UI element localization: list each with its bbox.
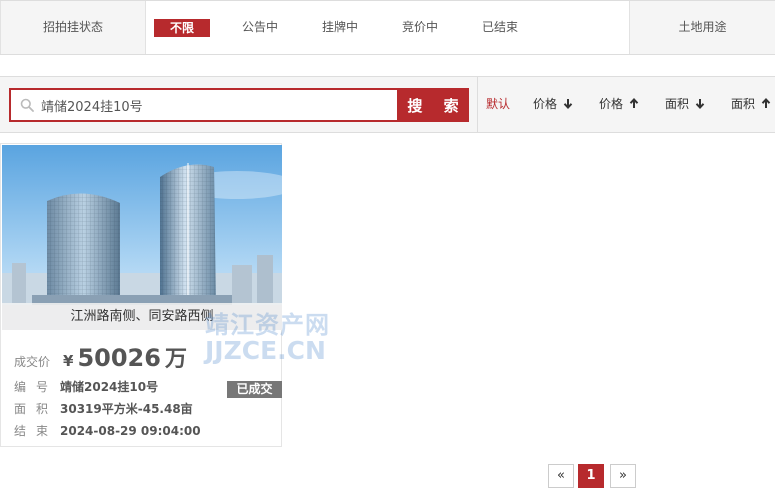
arrow-down-icon (695, 99, 705, 109)
arrow-up-icon (629, 98, 639, 108)
price-label: 成交价 (14, 355, 51, 369)
status-option-listing[interactable]: 挂牌中 (322, 1, 358, 54)
sort-price-desc[interactable]: 价格 (533, 77, 573, 132)
search-box: 搜 索 (9, 88, 469, 122)
status-badge: 已成交 (227, 381, 282, 398)
listing-info-row-area: 面积 30319平方米-45.48亩 (14, 400, 193, 417)
sort-divider (477, 77, 478, 132)
info-key: 面积 (14, 402, 59, 416)
search-sort-bar: 搜 索 默认 价格 价格 面积 面积 (0, 76, 775, 133)
price-currency: ¥ (63, 352, 74, 370)
info-value: 靖储2024挂10号 (60, 380, 159, 394)
listing-location: 江洲路南侧、同安路西侧 (2, 303, 282, 330)
price-value: ¥50026 万 (63, 341, 187, 373)
status-option-bidding[interactable]: 竞价中 (402, 1, 438, 54)
arrow-up-icon (761, 98, 771, 108)
info-value: 2024-08-29 09:04:00 (60, 424, 201, 438)
sort-price-asc-label: 价格 (599, 97, 624, 111)
sort-area-desc[interactable]: 面积 (665, 77, 705, 132)
search-button[interactable]: 搜 索 (397, 88, 469, 122)
status-option-ended[interactable]: 已结束 (482, 1, 518, 54)
sort-area-desc-label: 面积 (665, 97, 690, 111)
sort-area-asc-label: 面积 (731, 97, 756, 111)
listing-info-row-number: 编号 靖储2024挂10号 (14, 378, 158, 395)
sort-default-label: 默认 (486, 97, 511, 111)
page-next-button[interactable]: » (610, 464, 636, 488)
info-value: 30319平方米-45.48亩 (60, 402, 193, 416)
status-option-announcing[interactable]: 公告中 (242, 1, 278, 54)
sort-price-asc[interactable]: 价格 (599, 77, 639, 132)
status-option-all[interactable]: 不限 (154, 19, 210, 37)
status-filter-bar: 招拍挂状态 不限 公告中 挂牌中 竞价中 已结束 土地用途 (0, 0, 775, 55)
sort-default[interactable]: 默认 (486, 77, 510, 132)
page-1-button[interactable]: 1 (578, 464, 604, 488)
arrow-down-icon (563, 99, 573, 109)
info-key: 编号 (14, 380, 59, 394)
sort-area-asc[interactable]: 面积 (731, 77, 771, 132)
sort-price-desc-label: 价格 (533, 97, 558, 111)
search-input[interactable] (41, 90, 397, 120)
price-amount: 50026 (77, 344, 161, 372)
price-unit: 万 (164, 347, 187, 372)
listing-card[interactable]: 江洲路南侧、同安路西侧 成交价 ¥50026 万 编号 靖储2024挂10号 面积 3… (0, 143, 282, 447)
info-key: 结束 (14, 424, 59, 438)
status-filter-label: 招拍挂状态 (0, 1, 146, 54)
page-prev-button[interactable]: « (548, 464, 574, 488)
listing-info-row-end: 结束 2024-08-29 09:04:00 (14, 422, 201, 439)
listing-photo[interactable]: 江洲路南侧、同安路西侧 (2, 145, 282, 330)
search-icon (20, 98, 34, 112)
land-use-filter[interactable]: 土地用途 (629, 1, 775, 54)
